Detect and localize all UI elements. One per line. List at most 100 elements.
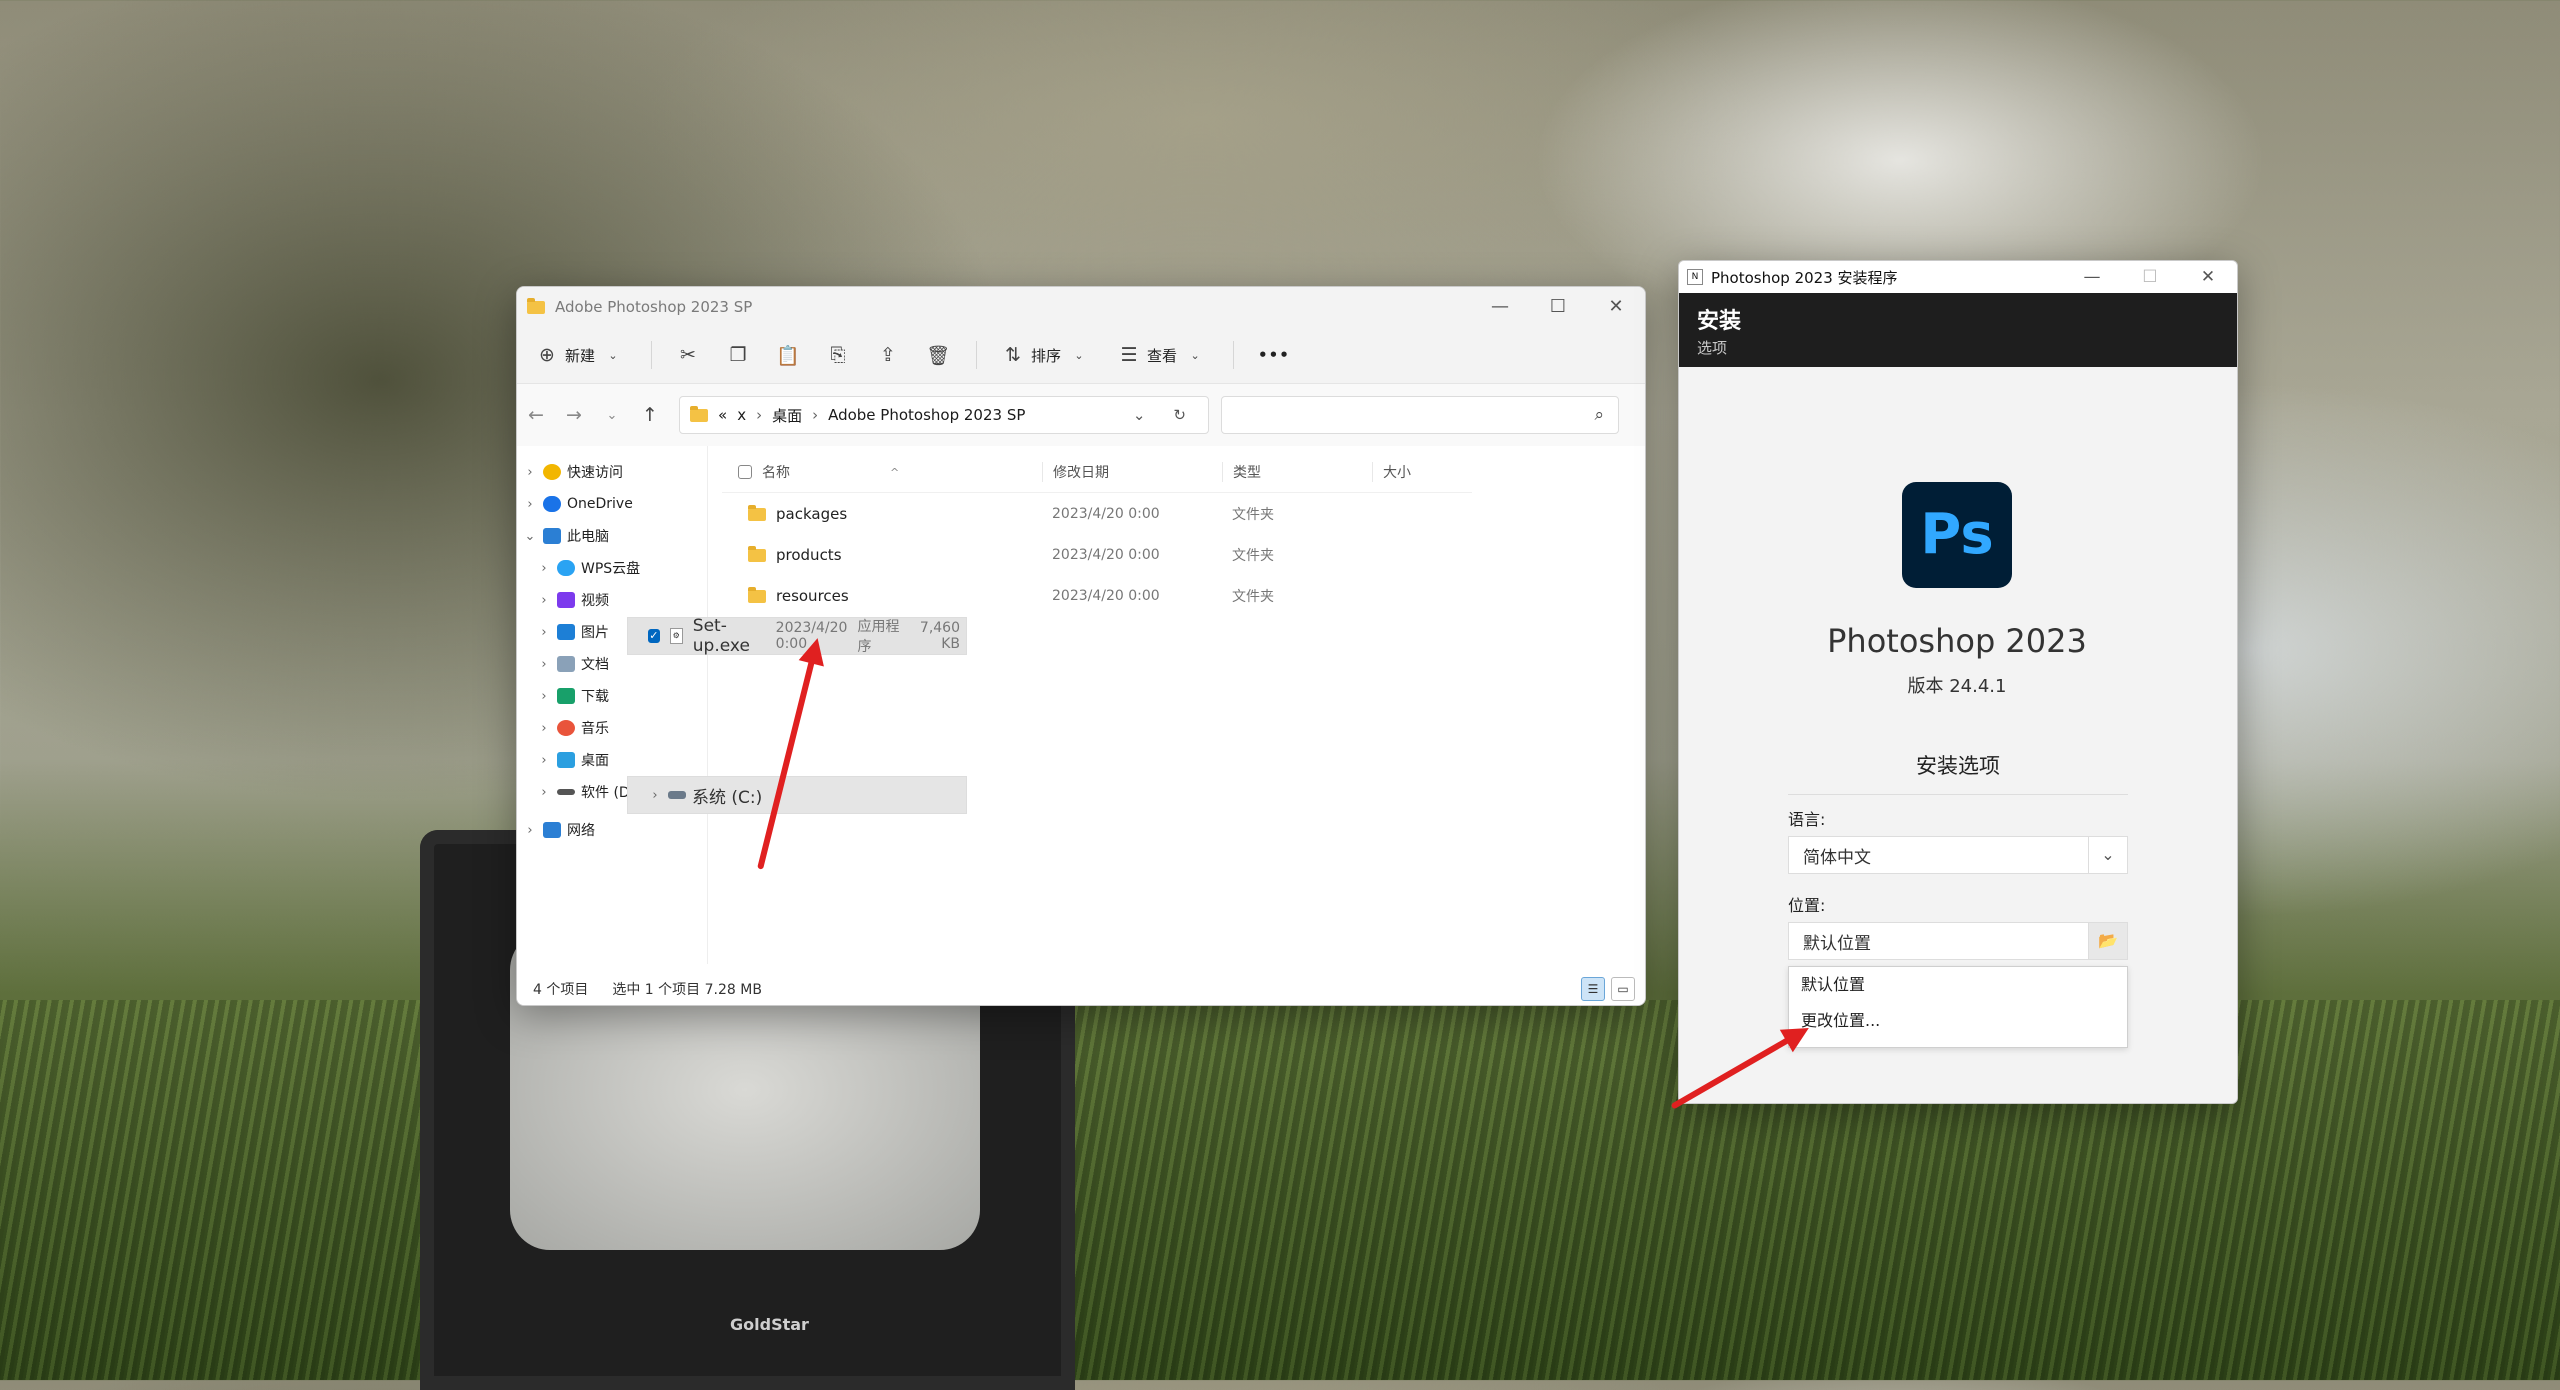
details-view-icon[interactable]: ☰	[1581, 977, 1605, 1001]
folder-open-icon[interactable]: 📂	[2088, 923, 2127, 959]
nav-item-music[interactable]: › 音乐	[517, 712, 707, 744]
nav-item-drive-c[interactable]: › 系统 (C:)	[627, 776, 967, 814]
breadcrumb-item[interactable]: Adobe Photoshop 2023 SP	[828, 406, 1025, 424]
select-all-checkbox[interactable]	[738, 465, 752, 479]
chevron-right-icon[interactable]: ›	[517, 465, 543, 480]
view-button[interactable]: ☰ 查看 ⌄	[1117, 344, 1207, 366]
breadcrumb-item[interactable]: 桌面	[772, 405, 802, 426]
app-exe-icon: ⚙	[669, 628, 683, 644]
table-row[interactable]: products 2023/4/20 0:00 文件夹	[722, 535, 1472, 575]
search-icon: ⌕	[1594, 405, 1604, 425]
computer-icon	[543, 528, 561, 544]
nav-item-quick-access[interactable]: › 快速访问	[517, 456, 707, 488]
nav-item-onedrive[interactable]: › OneDrive	[517, 488, 707, 520]
location-select[interactable]: 默认位置 📂	[1788, 922, 2128, 960]
nav-item-this-pc[interactable]: ⌄ 此电脑	[517, 520, 707, 552]
paste-button[interactable]: 📋	[776, 344, 800, 367]
tiles-view-icon[interactable]: ▭	[1611, 977, 1635, 1001]
back-arrow-icon[interactable]: ←	[517, 404, 555, 426]
forward-arrow-icon[interactable]: →	[555, 404, 593, 426]
nav-item-wps[interactable]: › WPS云盘	[517, 552, 707, 584]
share-button[interactable]: ⇪	[876, 344, 900, 366]
item-count: 4 个项目	[533, 982, 589, 998]
address-row: ← → ⌄ ↑ « x › 桌面 › Adobe Photoshop 2023 …	[517, 384, 1645, 446]
location-dropdown: 默认位置 更改位置...	[1788, 966, 2128, 1048]
chevron-down-icon: ⌄	[608, 348, 618, 362]
installer-titlebar: N Photoshop 2023 安装程序 — ☐ ✕	[1679, 261, 2237, 293]
chevron-down-icon: ⌄	[1074, 348, 1084, 362]
install-options-title: 安装选项	[1788, 750, 2128, 795]
chevron-right-icon[interactable]: ›	[531, 689, 557, 704]
chevron-right-icon[interactable]: ›	[531, 785, 557, 800]
chevron-down-icon[interactable]: ⌄	[517, 529, 543, 544]
recent-chevron-icon[interactable]: ⌄	[593, 408, 631, 423]
new-button[interactable]: ⊕ 新建 ⌄	[535, 344, 625, 366]
minimize-button[interactable]: —	[1471, 287, 1529, 327]
nav-item-videos[interactable]: › 视频	[517, 584, 707, 616]
delete-button[interactable]: 🗑	[926, 344, 950, 367]
chevron-right-icon[interactable]: ›	[531, 625, 557, 640]
column-size[interactable]: 大小	[1372, 462, 1472, 482]
status-bar: 4 个项目 选中 1 个项目 7.28 MB ☰ ▭	[517, 973, 1645, 1005]
chevron-right-icon[interactable]: ›	[531, 753, 557, 768]
drive-icon	[557, 789, 575, 795]
rename-button[interactable]: ⎘	[826, 344, 850, 366]
folder-icon	[748, 545, 766, 562]
close-button[interactable]: ✕	[2179, 261, 2237, 293]
refresh-icon[interactable]: ↻	[1173, 406, 1186, 424]
chevron-right-icon[interactable]: ›	[531, 593, 557, 608]
minimize-button[interactable]: —	[2063, 261, 2121, 293]
chevron-right-icon[interactable]: ›	[531, 721, 557, 736]
photoshop-logo: Ps	[1902, 482, 2012, 588]
column-date[interactable]: 修改日期	[1042, 462, 1222, 482]
more-button[interactable]: •••	[1258, 346, 1290, 364]
explorer-titlebar: Adobe Photoshop 2023 SP — ☐ ✕	[517, 287, 1645, 327]
copy-button[interactable]: ❐	[726, 344, 750, 366]
address-bar[interactable]: « x › 桌面 › Adobe Photoshop 2023 SP ⌄ ↻	[679, 396, 1209, 434]
selection-info: 选中 1 个项目 7.28 MB	[612, 982, 762, 998]
chevron-right-icon[interactable]: ›	[517, 823, 543, 838]
up-arrow-icon[interactable]: ↑	[631, 404, 669, 426]
copy-icon: ❐	[729, 344, 747, 366]
installer-title: Photoshop 2023 安装程序	[1711, 268, 1898, 287]
nav-item-desktop[interactable]: › 桌面	[517, 744, 707, 776]
table-row-selected[interactable]: ✓ ⚙ Set-up.exe 2023/4/20 0:00 应用程序 7,460 K…	[627, 616, 967, 656]
installer-header: 安装 选项	[1679, 293, 2237, 367]
chevron-right-icon[interactable]: ›	[517, 497, 543, 512]
cloud-icon	[557, 560, 575, 576]
share-icon: ⇪	[880, 344, 896, 366]
maximize-button: ☐	[2142, 267, 2158, 287]
dropdown-option-change[interactable]: 更改位置...	[1789, 1003, 2127, 1039]
chevron-down-icon: ⌄	[1190, 348, 1200, 362]
chevron-down-icon[interactable]: ⌄	[2088, 837, 2127, 873]
maximize-button[interactable]: ☐	[1529, 287, 1587, 327]
column-name[interactable]: 名称 ^	[722, 462, 1042, 482]
table-row[interactable]: packages 2023/4/20 0:00 文件夹	[722, 494, 1472, 534]
window-title: Adobe Photoshop 2023 SP	[555, 298, 753, 316]
search-input[interactable]: ⌕	[1221, 396, 1619, 434]
breadcrumb-item[interactable]: x	[737, 406, 746, 424]
dropdown-option-default[interactable]: 默认位置	[1789, 967, 2127, 1003]
breadcrumb-overflow[interactable]: «	[718, 406, 727, 424]
row-checkbox[interactable]: ✓	[648, 629, 660, 643]
star-icon	[543, 464, 561, 480]
chevron-right-icon: ›	[812, 406, 819, 424]
chevron-right-icon[interactable]: ›	[642, 788, 668, 803]
chevron-right-icon[interactable]: ›	[531, 657, 557, 672]
language-select[interactable]: 简体中文 ⌄	[1788, 836, 2128, 874]
folder-icon	[748, 504, 766, 521]
column-type[interactable]: 类型	[1222, 462, 1372, 482]
chevron-down-icon[interactable]: ⌄	[1133, 406, 1146, 424]
sort-up-icon: ^	[890, 465, 900, 479]
nav-item-network[interactable]: › 网络	[517, 814, 707, 846]
sort-button[interactable]: ⇅ 排序 ⌄	[1001, 344, 1091, 366]
table-row[interactable]: resources 2023/4/20 0:00 文件夹	[722, 576, 1472, 616]
view-list-icon: ☰	[1120, 344, 1138, 366]
chevron-right-icon[interactable]: ›	[531, 561, 557, 576]
paste-icon: 📋	[776, 344, 800, 367]
close-button[interactable]: ✕	[1587, 287, 1645, 327]
nav-item-downloads[interactable]: › 下载	[517, 680, 707, 712]
scissors-icon: ✂	[680, 344, 696, 366]
cut-button[interactable]: ✂	[676, 344, 700, 366]
header-subtitle: 选项	[1697, 339, 1728, 357]
